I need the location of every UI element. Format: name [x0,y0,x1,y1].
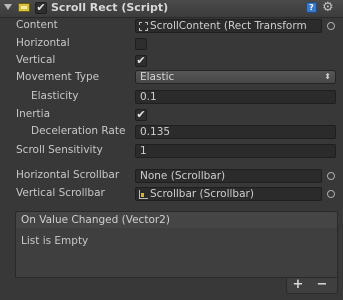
scroll-sensitivity-field[interactable]: 1 [135,144,336,158]
dropdown-arrow-icon: ⬍ [324,72,331,81]
script-component-icon [18,3,30,12]
scroll-sensitivity-label: Scroll Sensitivity [16,144,103,156]
content-field[interactable]: ScrollContent (Rect Transform [135,19,322,33]
component-enabled-checkbox[interactable]: ✔ [35,2,47,14]
horizontal-scrollbar-field[interactable]: None (Scrollbar) [135,169,322,183]
movement-type-value: Elastic [140,71,175,83]
component-header: ✔ Scroll Rect (Script) ? ⚙ [0,0,343,18]
vertical-scrollbar-label: Vertical Scrollbar [16,187,105,199]
elasticity-field[interactable]: 0.1 [135,90,336,104]
remove-event-button[interactable]: − [315,278,329,292]
content-value: ScrollContent (Rect Transform [150,20,307,32]
horizontal-label: Horizontal [16,37,70,49]
movement-type-dropdown[interactable]: Elastic ⬍ [135,70,336,84]
inertia-label: Inertia [16,108,50,120]
component-title: Scroll Rect (Script) [51,1,169,14]
scrollbar-icon [139,190,148,199]
add-event-button[interactable]: + [291,278,305,292]
rect-transform-icon [139,22,148,31]
horizontal-scrollbar-label: Horizontal Scrollbar [16,169,120,181]
content-label: Content [16,19,58,31]
deceleration-rate-field[interactable]: 0.135 [135,125,336,139]
foldout-arrow-icon[interactable] [4,4,12,10]
gear-icon[interactable]: ⚙ [322,0,334,15]
elasticity-label: Elasticity [31,90,79,102]
help-icon[interactable]: ? [306,2,317,13]
vertical-scrollbar-field[interactable]: Scrollbar (Scrollbar) [135,187,322,201]
object-picker-icon[interactable] [327,22,335,30]
vertical-scrollbar-value: Scrollbar (Scrollbar) [150,188,254,200]
object-picker-icon[interactable] [327,190,335,198]
on-value-changed-header: On Value Changed (Vector2) [15,211,338,229]
event-list-empty-text: List is Empty [21,235,89,247]
vertical-checkbox[interactable]: ✔ [135,55,147,67]
deceleration-rate-label: Deceleration Rate [31,125,126,137]
object-picker-icon[interactable] [327,172,335,180]
movement-type-label: Movement Type [16,71,100,83]
horizontal-checkbox[interactable] [135,38,147,50]
vertical-label: Vertical [16,54,56,66]
inertia-checkbox[interactable]: ✔ [135,109,147,121]
